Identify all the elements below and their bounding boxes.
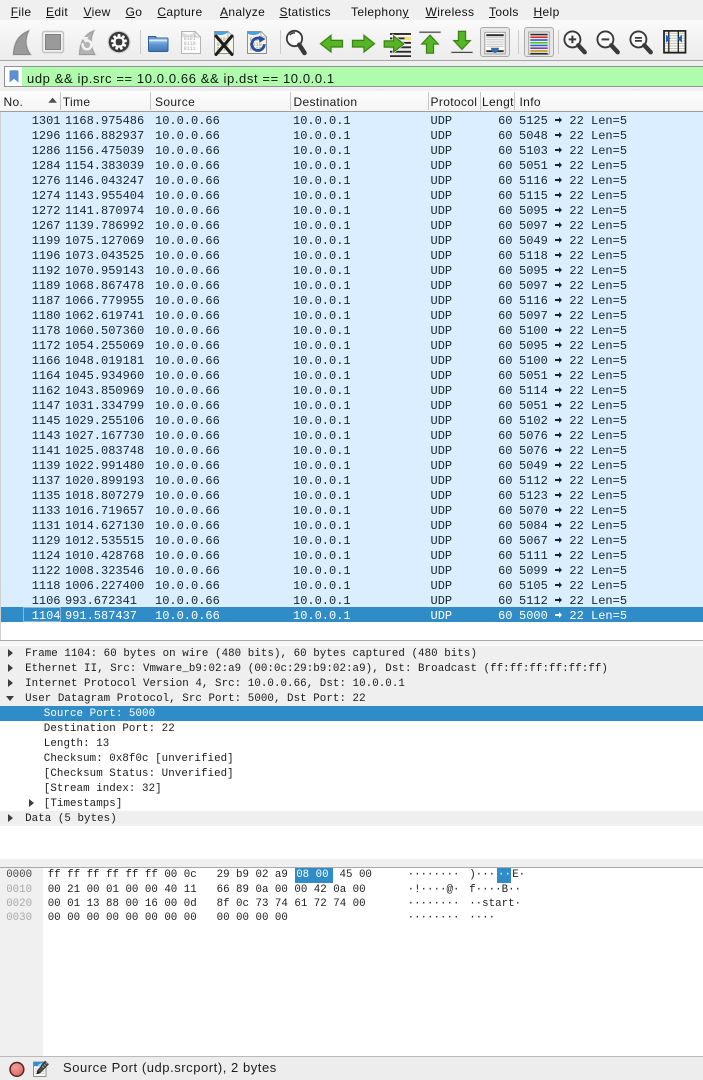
svg-text:0111: 0111 — [184, 46, 196, 52]
